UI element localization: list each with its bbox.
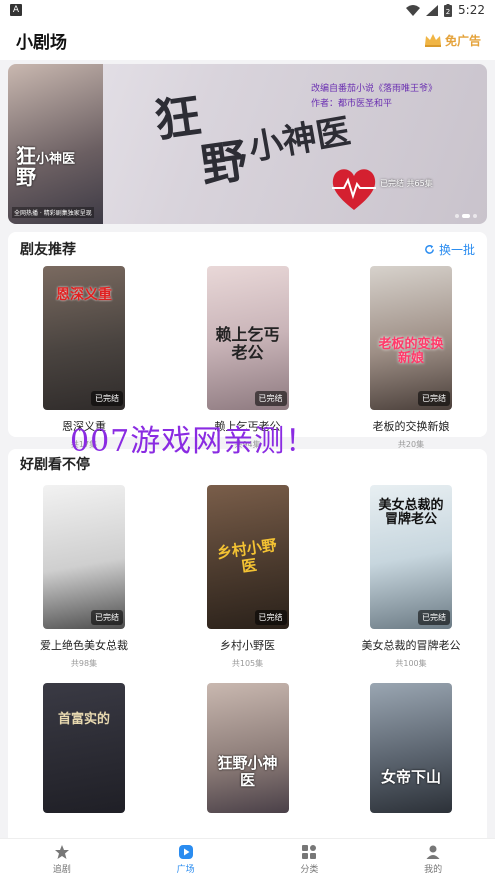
wifi-icon [406, 4, 421, 16]
status-bar: A 2 5:22 [0, 0, 495, 20]
drama-episodes: 共98集 [70, 659, 98, 668]
star-icon [54, 845, 69, 859]
play-icon [178, 845, 193, 859]
carousel-indicator [455, 214, 477, 218]
drama-name: 乡村小野医 [220, 639, 275, 652]
drama-card[interactable]: 美女总裁的冒牌老公 已完结 美女总裁的冒牌老公 共100集 [351, 485, 471, 669]
banner-poster-title: 狂小神医野 [16, 144, 76, 189]
banner-subtitle: 小神医 [245, 111, 354, 169]
ad-free-label: 免广告 [444, 33, 481, 48]
drama-episodes: 共105集 [231, 659, 264, 668]
drama-card[interactable]: 已完结 爱上绝色美女总裁 共98集 [24, 485, 144, 669]
refresh-button[interactable]: 换一批 [424, 241, 475, 258]
tab-category[interactable]: 分类 [248, 839, 372, 880]
signal-icon [426, 4, 439, 16]
drama-poster: 已完结 [43, 485, 125, 629]
page-title: 小剧场 [16, 32, 67, 53]
drama-card[interactable]: 女帝下山 [351, 683, 471, 813]
ad-free-button[interactable]: 免广告 [424, 32, 481, 49]
banner-carousel[interactable]: 狂小神医野 全网热播 · 精彩剧集独家呈现 狂 野 小神医 改编自番茄小说《落雨… [8, 64, 487, 224]
status-time: 5:22 [458, 3, 485, 17]
tab-follow[interactable]: 追剧 [0, 839, 124, 880]
drama-poster: 恩深义重 已完结 [43, 266, 125, 410]
drama-poster: 女帝下山 [370, 683, 452, 813]
battery-icon: 2 [444, 3, 453, 17]
drama-name: 美女总裁的冒牌老公 [361, 639, 461, 652]
section-title: 剧友推荐 [20, 242, 76, 258]
drama-episodes: 共20集 [397, 440, 425, 449]
banner-title: 狂 野 [151, 88, 251, 193]
tab-mine[interactable]: 我的 [371, 839, 495, 880]
drama-name: 爱上绝色美女总裁 [40, 639, 128, 652]
drama-poster: 乡村小野医 已完结 [206, 485, 289, 629]
tab-square[interactable]: 广场 [124, 839, 248, 880]
notification-icon: A [10, 4, 22, 16]
person-icon [426, 845, 440, 859]
bottom-tab-bar: 追剧 广场 分类 我的 [0, 838, 495, 880]
banner-episodes: 已完结 共65集 [380, 179, 433, 188]
drama-card[interactable]: 首富实的 [24, 683, 144, 813]
drama-card[interactable]: 乡村小野医 已完结 乡村小野医 共105集 [188, 485, 308, 669]
drama-card[interactable]: 老板的变换新娘 已完结 老板的交换新娘 共20集 [351, 266, 471, 450]
drama-poster: 美女总裁的冒牌老公 已完结 [370, 485, 452, 629]
heart-icon [332, 169, 376, 210]
drama-poster: 赖上乞丐老公 已完结 [206, 266, 289, 410]
svg-text:2: 2 [446, 8, 450, 16]
drama-poster: 狂野小神医 [206, 683, 289, 813]
drama-episodes: 共100集 [395, 659, 427, 668]
banner-poster: 狂小神医野 全网热播 · 精彩剧集独家呈现 [8, 64, 103, 224]
crown-icon [424, 34, 441, 47]
banner-poster-sub: 全网热播 · 精彩剧集独家呈现 [12, 207, 94, 218]
refresh-icon [425, 244, 434, 254]
drama-poster: 老板的变换新娘 已完结 [370, 266, 452, 410]
app-header: 小剧场 免广告 [0, 20, 495, 60]
recommend-section: 剧友推荐 换一批 恩深义重 已完结 恩深义重 共17集 赖上乞丐老公 已完结 赖… [8, 232, 487, 449]
drama-poster: 首富实的 [43, 683, 125, 813]
grid-icon [302, 845, 317, 859]
drama-name: 老板的交换新娘 [372, 420, 450, 433]
watermark-text: 007游戏网亲测！ [70, 424, 317, 459]
banner-info: 改编自番茄小说《落雨唯王爷》 作者：都市医圣和平 [310, 84, 437, 110]
drama-card[interactable]: 狂野小神医 [188, 683, 308, 813]
good-dramas-section: 好剧看不停 已完结 爱上绝色美女总裁 共98集 乡村小野医 已完结 乡村小野医 … [8, 449, 487, 849]
